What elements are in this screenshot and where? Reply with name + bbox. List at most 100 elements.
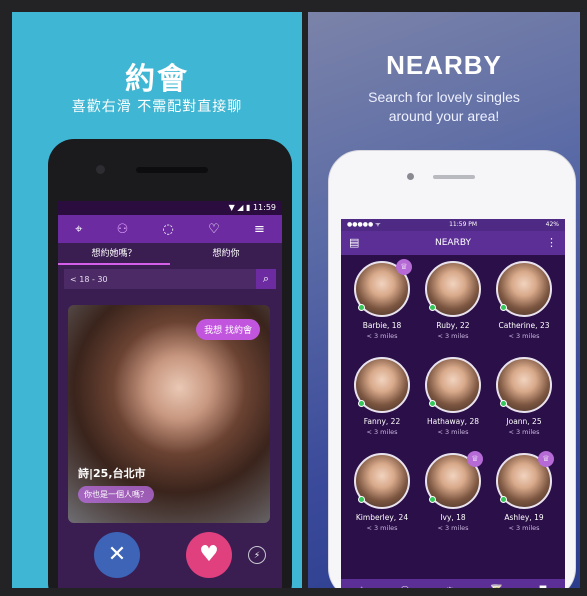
profile-name: Catherine, 23	[498, 321, 550, 330]
profile-name: Joann, 25	[506, 417, 542, 426]
profile-distance: < 3 miles	[366, 332, 398, 340]
phone-speaker	[433, 175, 475, 179]
tab-wants-you[interactable]: 想約你	[170, 243, 282, 265]
profile-name: Ruby, 22	[436, 321, 470, 330]
profile-cell[interactable]: Kimberley, 24 < 3 miles	[345, 453, 419, 549]
phone-speaker	[136, 167, 208, 173]
promo-title: NEARBY	[386, 50, 502, 80]
menu-icon[interactable]: ≡	[254, 222, 265, 237]
vip-badge-icon: ♕	[467, 451, 483, 467]
top-nav: ⌖ ⚇ ◌ ♡ ≡	[58, 215, 282, 243]
online-indicator	[500, 400, 507, 407]
battery-status: 42%	[545, 221, 559, 228]
card-name-location: 詩|25,台北市	[78, 467, 146, 480]
online-indicator	[429, 304, 436, 311]
chat-icon[interactable]: ◌	[445, 584, 455, 589]
profile-cell[interactable]: Catherine, 23 < 3 miles	[487, 261, 561, 357]
heartbeat-icon[interactable]: ♡	[208, 222, 220, 237]
boost-icon[interactable]: ⚡	[248, 546, 266, 564]
vip-badge-icon: ♕	[538, 451, 554, 467]
drink-icon[interactable]: 🍸	[490, 584, 504, 589]
promo-panel-nearby: NEARBY Search for lovely singles around …	[308, 12, 580, 588]
tab-bar: 想約她嗎？ 想約你	[58, 243, 282, 265]
list-icon[interactable]: ▤	[349, 231, 359, 255]
avatar[interactable]	[425, 261, 481, 317]
profile-distance: < 3 miles	[437, 428, 469, 436]
promo-subtitle: Search for lovely singles around your ar…	[308, 88, 580, 126]
couple-icon[interactable]: ⚇	[117, 222, 129, 237]
phone-screen: ▼ ◢ ▮ 11:59 ⌖ ⚇ ◌ ♡ ≡ 想約她嗎？ 想約你 < 18 - 3…	[58, 201, 282, 588]
online-indicator	[500, 496, 507, 503]
nav-title: NEARBY	[434, 238, 471, 248]
android-phone: ▼ ◢ ▮ 11:59 ⌖ ⚇ ◌ ♡ ≡ 想約她嗎？ 想約你 < 18 - 3…	[48, 139, 292, 588]
iphone: ●●●●● ᯤ 11:59 PM 42% ▤ NEARBY ⋮ ♕ Barbie,…	[328, 150, 576, 588]
avatar[interactable]	[496, 261, 552, 317]
phone-camera	[407, 173, 414, 180]
online-indicator	[429, 400, 436, 407]
profile-cell[interactable]: Hathaway, 28 < 3 miles	[416, 357, 490, 453]
profile-cell[interactable]: Fanny, 22 < 3 miles	[345, 357, 419, 453]
age-filter-value: < 18 - 30	[70, 274, 108, 284]
avatar[interactable]	[354, 357, 410, 413]
profile-cell[interactable]: Joann, 25 < 3 miles	[487, 357, 561, 453]
app-store-screenshot: 約會 喜歡右滑 不需配對直接聊 ▼ ◢ ▮ 11:59 ⌖ ⚇ ◌ ♡ ≡ 想約…	[0, 0, 587, 596]
profile-distance: < 3 miles	[366, 428, 398, 436]
avatar[interactable]: ♕	[496, 451, 554, 509]
promo-title: 約會	[125, 62, 189, 97]
avatar[interactable]	[354, 453, 410, 509]
card-message: 你也是一個人嗎？	[78, 486, 154, 503]
online-indicator	[358, 304, 365, 311]
profile-name: Kimberley, 24	[355, 513, 409, 522]
card-bubble: 我想 找約會	[196, 319, 260, 340]
more-icon[interactable]: ⋮	[546, 231, 557, 255]
profile-name: Ivy, 18	[440, 513, 466, 522]
profile-distance: < 3 miles	[508, 428, 540, 436]
profile-card[interactable]: 我想 找約會 詩|25,台北市 你也是一個人嗎？	[68, 305, 270, 523]
avatar[interactable]: ♕	[354, 259, 412, 317]
online-indicator	[500, 304, 507, 311]
search-icon[interactable]: ⌕	[256, 269, 276, 289]
promo-subtitle: 喜歡右滑 不需配對直接聊	[71, 99, 243, 115]
profile-distance: < 3 miles	[366, 524, 398, 532]
action-buttons: ✕ ♥ ⚡	[58, 532, 282, 586]
signal-status: ●●●●● ᯤ	[347, 221, 381, 228]
status-time: 11:59	[252, 203, 276, 212]
profile-name: Ashley, 19	[504, 513, 544, 522]
profile-name: Barbie, 18	[362, 321, 402, 330]
phone-screen: ●●●●● ᯤ 11:59 PM 42% ▤ NEARBY ⋮ ♕ Barbie,…	[341, 219, 565, 588]
promo-panel-dating: 約會 喜歡右滑 不需配對直接聊 ▼ ◢ ▮ 11:59 ⌖ ⚇ ◌ ♡ ≡ 想約…	[12, 12, 302, 588]
promo-subtitle-line1: Search for lovely singles	[368, 89, 520, 105]
tab-want-her[interactable]: 想約她嗎？	[58, 243, 170, 265]
profile-name: Fanny, 22	[363, 417, 401, 426]
online-indicator	[429, 496, 436, 503]
status-bar: ●●●●● ᯤ 11:59 PM 42%	[341, 219, 565, 231]
age-filter-input[interactable]: < 18 - 30 ⌕	[64, 269, 276, 289]
promo-subtitle-line2: around your area!	[388, 108, 500, 124]
avatar[interactable]	[425, 357, 481, 413]
avatar[interactable]: ♕	[425, 451, 483, 509]
profile-cell[interactable]: ♕ Barbie, 18 < 3 miles	[345, 259, 419, 357]
top-nav: ▤ NEARBY ⋮	[341, 231, 565, 255]
chat-icon[interactable]: ◌	[163, 222, 174, 237]
phone-camera	[96, 165, 105, 174]
status-bar: ▼ ◢ ▮ 11:59	[58, 201, 282, 215]
camera-icon[interactable]: ◘	[539, 584, 548, 589]
profile-cell[interactable]: ♕ Ivy, 18 < 3 miles	[416, 451, 490, 549]
status-time: 11:59 PM	[449, 221, 478, 228]
location-icon[interactable]: ⌖	[75, 222, 82, 237]
profile-distance: < 3 miles	[437, 524, 469, 532]
like-icon[interactable]: ♥	[186, 532, 232, 578]
profile-distance: < 3 miles	[508, 524, 540, 532]
couple-icon[interactable]: ⚇	[400, 584, 410, 589]
bottom-tab-bar: ⌖ ⚇ ◌ 🍸 ◘	[341, 579, 565, 588]
online-indicator	[358, 400, 365, 407]
profile-cell[interactable]: ♕ Ashley, 19 < 3 miles	[487, 451, 561, 549]
online-indicator	[358, 496, 365, 503]
profile-cell[interactable]: Ruby, 22 < 3 miles	[416, 261, 490, 357]
profile-distance: < 3 miles	[437, 332, 469, 340]
avatar[interactable]	[496, 357, 552, 413]
profile-name: Hathaway, 28	[426, 417, 479, 426]
profile-distance: < 3 miles	[508, 332, 540, 340]
location-icon[interactable]: ⌖	[359, 583, 365, 588]
reject-icon[interactable]: ✕	[94, 532, 140, 578]
